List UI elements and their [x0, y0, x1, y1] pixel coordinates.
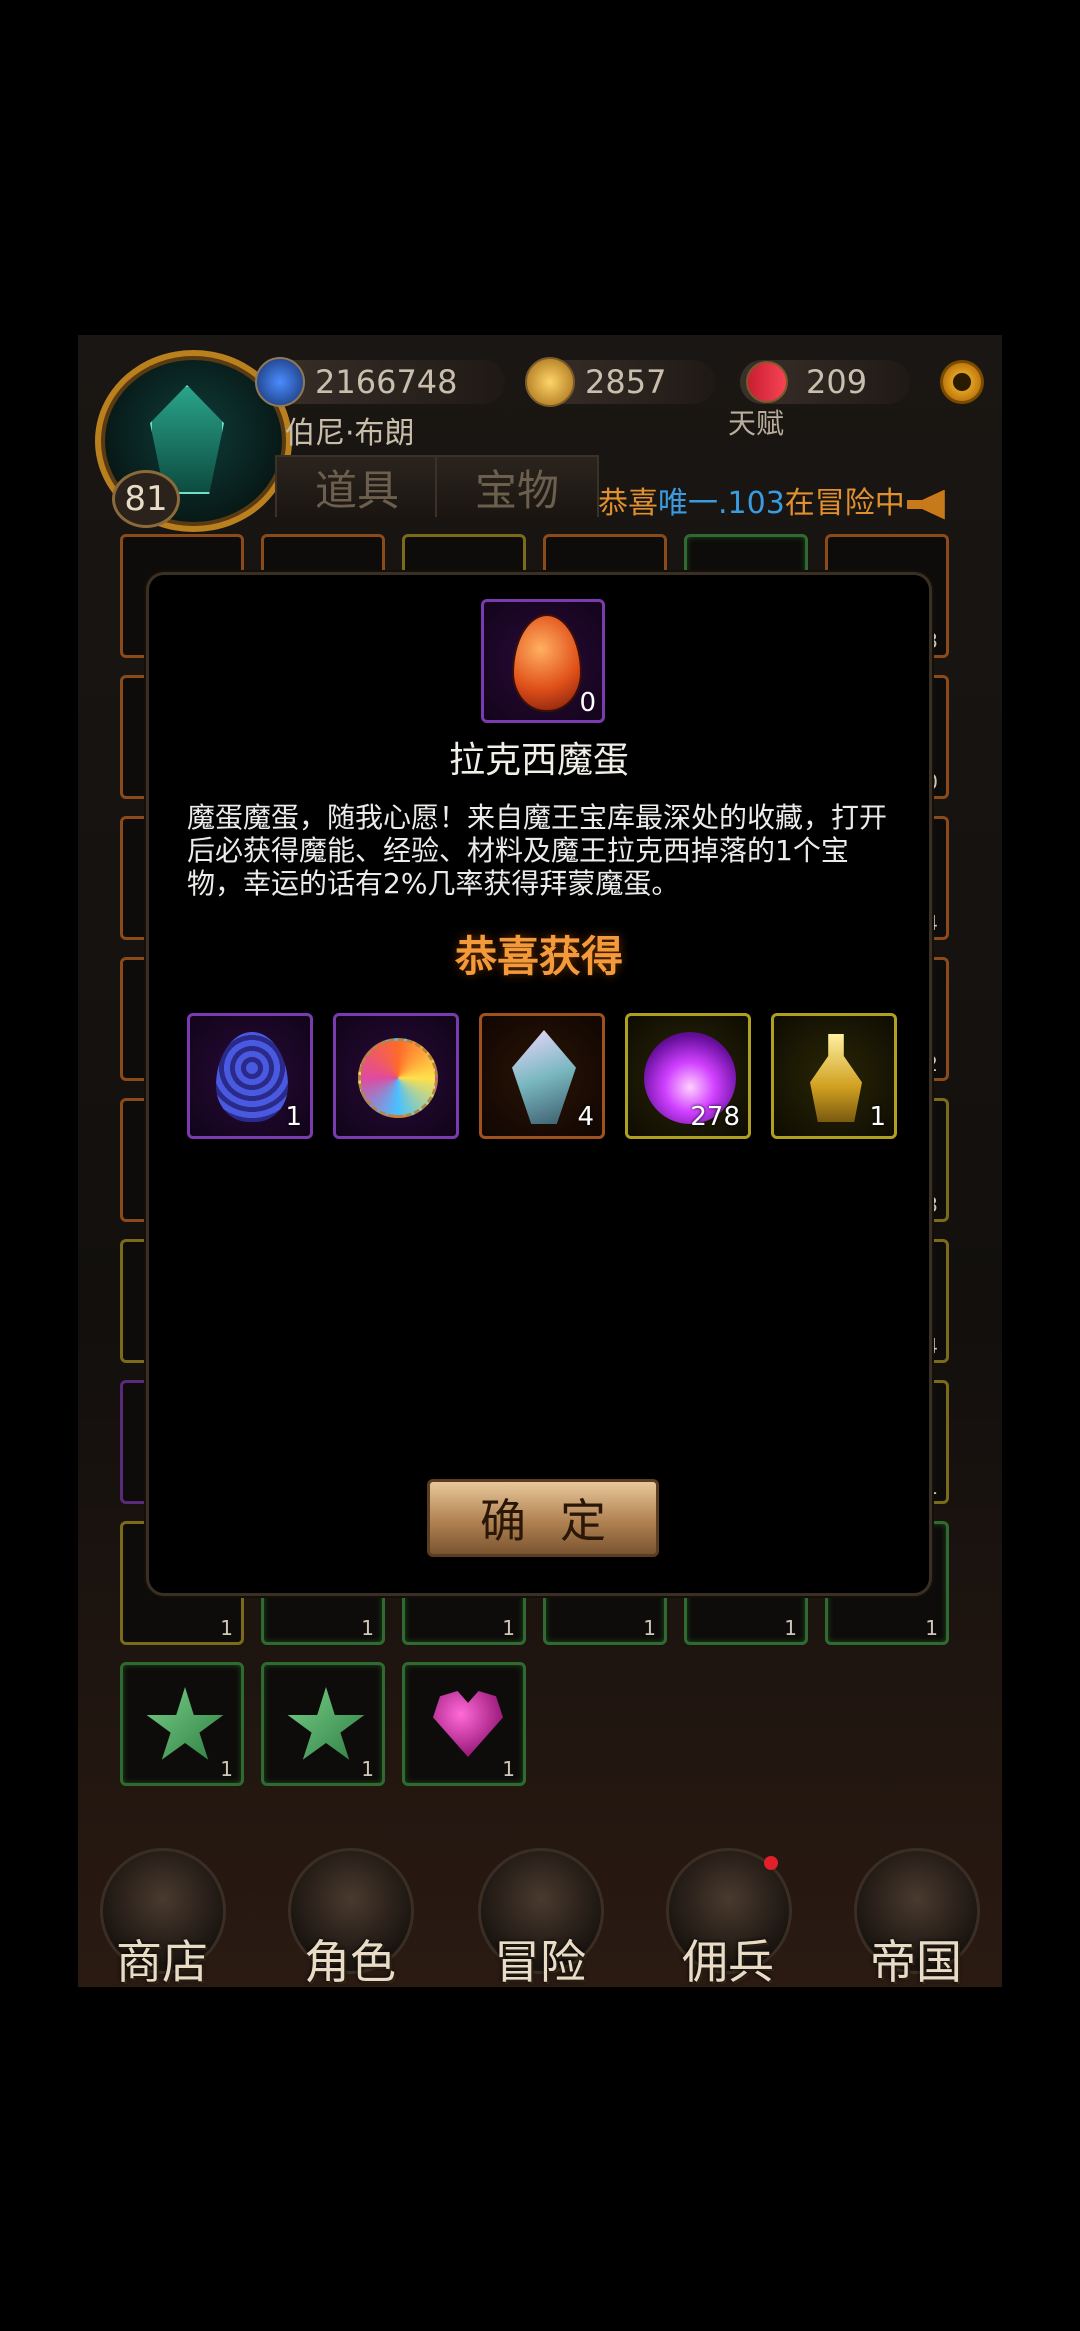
opened-item-count: 0	[579, 688, 596, 718]
nav-empire-label: 帝国	[870, 1935, 962, 1989]
reward-count: 4	[577, 1102, 594, 1132]
slot-count: 1	[502, 1757, 515, 1781]
reward-dialog: 0 拉克西魔蛋 魔蛋魔蛋，随我心愿！来自魔王宝库最深处的收藏，打开后必获得魔能、…	[146, 572, 932, 1596]
slot-count: 1	[220, 1616, 233, 1640]
nav-character-button[interactable]: 角色	[288, 1848, 414, 1989]
tab-items[interactable]: 道具	[275, 455, 439, 517]
gold-value: 2857	[585, 363, 667, 401]
inventory-slot[interactable]: 1	[120, 1662, 244, 1786]
reward-slot[interactable]: 4	[479, 1013, 605, 1139]
nav-mercenary-button[interactable]: 佣兵	[666, 1848, 792, 1989]
nav-mercenary-label: 佣兵	[682, 1935, 774, 1989]
bottom-nav: 商店 角色 冒险 佣兵 帝国	[78, 1840, 1002, 1990]
gold-counter[interactable]: 2857	[525, 357, 715, 407]
ruby-value: 209	[806, 363, 868, 401]
horn-icon	[906, 489, 945, 520]
diamond-counter[interactable]: 2166748	[255, 357, 505, 407]
heart-gem-icon	[433, 1691, 503, 1757]
reward-count: 1	[869, 1102, 886, 1132]
nav-adventure-button[interactable]: 冒险	[478, 1848, 604, 1989]
congrats-heading: 恭喜获得	[454, 932, 623, 981]
reward-slot[interactable]: 1	[187, 1013, 313, 1139]
demon-egg-icon	[512, 614, 582, 712]
player-name: 伯尼·布朗	[285, 416, 415, 451]
nav-empire-button[interactable]: 帝国	[854, 1848, 980, 1989]
reward-count: 1	[285, 1102, 302, 1132]
reward-count: 278	[690, 1102, 740, 1132]
reward-slot[interactable]	[333, 1013, 459, 1139]
nav-shop-label: 商店	[116, 1935, 208, 1989]
opened-item-slot: 0	[481, 599, 605, 723]
diamond-icon	[255, 357, 305, 407]
item-description: 魔蛋魔蛋，随我心愿！来自魔王宝库最深处的收藏，打开后必获得魔能、经验、材料及魔王…	[187, 801, 888, 900]
potion-icon	[810, 1034, 862, 1122]
marquee-player: 唯一.103	[658, 486, 785, 521]
nav-character-label: 角色	[304, 1935, 396, 1989]
level-badge: 81	[112, 470, 180, 528]
tab-treasure[interactable]: 宝物	[435, 455, 599, 517]
leaf-star-icon	[146, 1687, 224, 1760]
marquee-suffix: 在冒险中	[784, 486, 905, 521]
slot-count: 1	[361, 1757, 374, 1781]
gold-coin-icon	[525, 357, 575, 407]
notification-dot	[764, 1856, 778, 1870]
slot-count: 1	[925, 1616, 938, 1640]
confirm-button[interactable]: 确定	[427, 1479, 659, 1557]
inventory-slot[interactable]: 1	[261, 1662, 385, 1786]
nav-adventure-label: 冒险	[494, 1935, 586, 1989]
leaf-star-icon	[287, 1687, 365, 1760]
announcement-marquee: 恭喜唯一.103在冒险中	[598, 478, 945, 522]
crystal-icon	[512, 1030, 576, 1124]
ruby-counter[interactable]: 209	[737, 352, 910, 412]
reward-slot[interactable]: 1	[771, 1013, 897, 1139]
talent-button[interactable]: 天赋	[728, 402, 784, 442]
diamond-value: 2166748	[315, 363, 458, 401]
gear-icon[interactable]	[940, 360, 984, 404]
slot-count: 1	[784, 1616, 797, 1640]
marquee-prefix: 恭喜	[598, 486, 658, 521]
slot-count: 1	[502, 1616, 515, 1640]
slot-count: 1	[643, 1616, 656, 1640]
dragon-egg-icon	[216, 1032, 288, 1122]
slot-count: 1	[220, 1757, 233, 1781]
inventory-slot[interactable]: 1	[402, 1662, 526, 1786]
nav-shop-button[interactable]: 商店	[100, 1848, 226, 1989]
slot-count: 1	[361, 1616, 374, 1640]
item-title: 拉克西魔蛋	[448, 740, 629, 781]
reward-slot[interactable]: 278	[625, 1013, 751, 1139]
reward-list: 1 4 278 1	[187, 1013, 907, 1143]
amulet-icon	[358, 1038, 438, 1118]
